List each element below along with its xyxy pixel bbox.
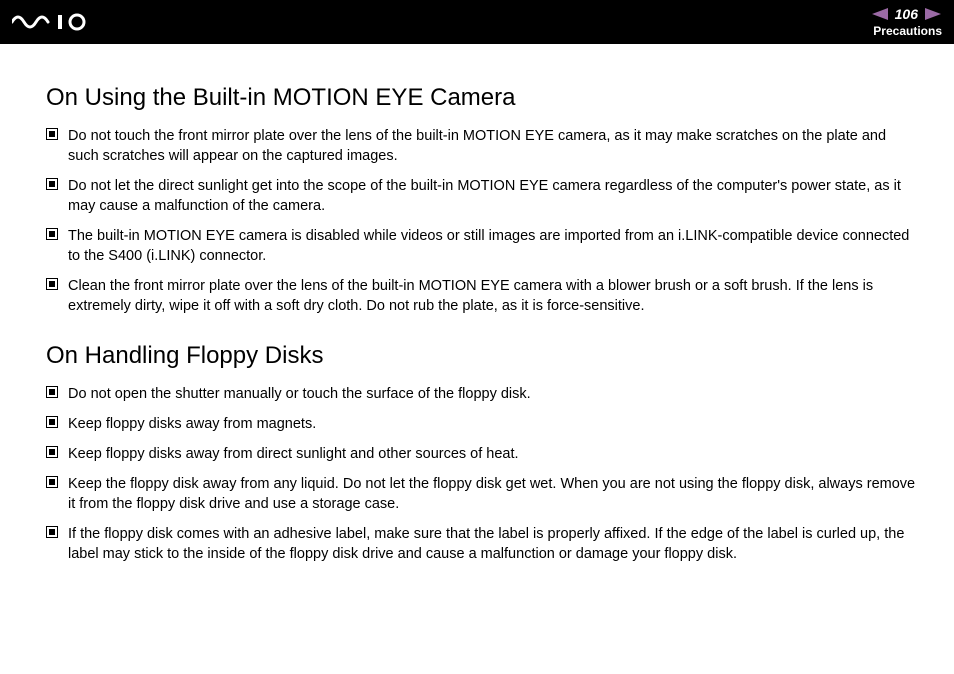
list-item: Keep floppy disks away from magnets. [46, 414, 918, 434]
bullet-icon [46, 276, 68, 290]
bullet-icon [46, 226, 68, 240]
section-1-list: Do not touch the front mirror plate over… [46, 126, 918, 316]
next-page-button[interactable] [924, 7, 942, 21]
section-2-title: On Handling Floppy Disks [46, 342, 918, 370]
list-item-text: Do not open the shutter manually or touc… [68, 384, 918, 404]
bullet-icon [46, 126, 68, 140]
list-item: The built-in MOTION EYE camera is disabl… [46, 226, 918, 266]
bullet-icon [46, 524, 68, 538]
list-item: If the floppy disk comes with an adhesiv… [46, 524, 918, 564]
list-item-text: Keep the floppy disk away from any liqui… [68, 474, 918, 514]
header-section-label: Precautions [873, 24, 942, 38]
list-item: Keep floppy disks away from direct sunli… [46, 444, 918, 464]
bullet-icon [46, 176, 68, 190]
bullet-icon [46, 444, 68, 458]
bullet-icon [46, 384, 68, 398]
list-item: Keep the floppy disk away from any liqui… [46, 474, 918, 514]
page-nav: 106 [871, 6, 942, 22]
vaio-logo-svg [12, 12, 108, 32]
list-item-text: The built-in MOTION EYE camera is disabl… [68, 226, 918, 266]
vaio-logo [12, 0, 108, 44]
bullet-icon [46, 414, 68, 428]
header-right: 106 Precautions [871, 0, 942, 44]
prev-page-button[interactable] [871, 7, 889, 21]
section-1-title: On Using the Built-in MOTION EYE Camera [46, 84, 918, 112]
list-item: Clean the front mirror plate over the le… [46, 276, 918, 316]
list-item-text: If the floppy disk comes with an adhesiv… [68, 524, 918, 564]
list-item-text: Clean the front mirror plate over the le… [68, 276, 918, 316]
content-area: On Using the Built-in MOTION EYE Camera … [0, 44, 954, 564]
list-item-text: Do not let the direct sunlight get into … [68, 176, 918, 216]
header-bar: 106 Precautions [0, 0, 954, 44]
list-item: Do not touch the front mirror plate over… [46, 126, 918, 166]
list-item-text: Do not touch the front mirror plate over… [68, 126, 918, 166]
list-item: Do not let the direct sunlight get into … [46, 176, 918, 216]
page-number: 106 [895, 6, 918, 22]
bullet-icon [46, 474, 68, 488]
list-item-text: Keep floppy disks away from direct sunli… [68, 444, 918, 464]
document-page: 106 Precautions On Using the Built-in MO… [0, 0, 954, 674]
section-2-list: Do not open the shutter manually or touc… [46, 384, 918, 564]
list-item: Do not open the shutter manually or touc… [46, 384, 918, 404]
list-item-text: Keep floppy disks away from magnets. [68, 414, 918, 434]
